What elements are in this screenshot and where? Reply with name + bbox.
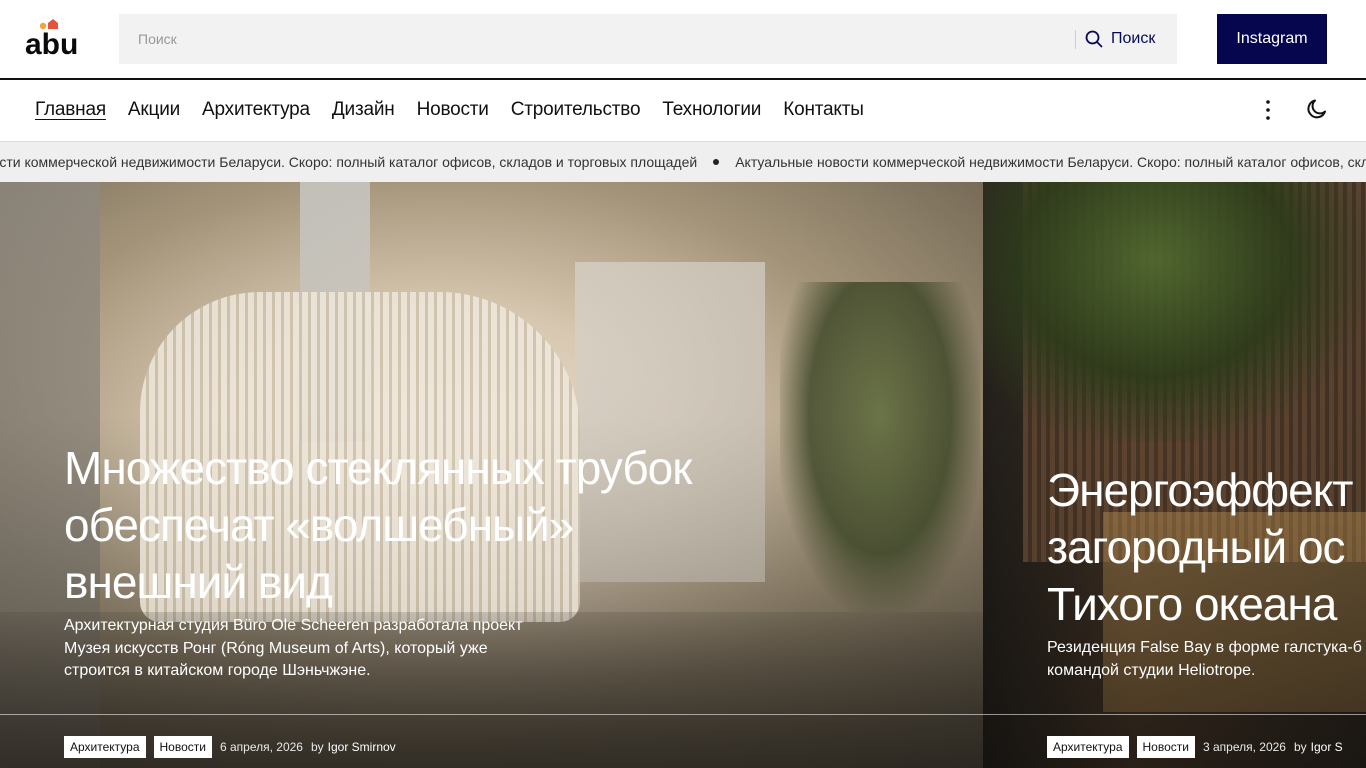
article-by: by [1293,740,1307,754]
search-icon [1085,30,1103,48]
nav-item-construction[interactable]: Строительство [511,99,641,121]
search-button-label: Поиск [1111,30,1156,47]
article-divider [0,714,983,715]
nav-item-home[interactable]: Главная [35,99,106,121]
nav-items: Главная Акции Архитектура Дизайн Новости… [35,80,864,140]
article-title-line: загородный ос [1047,521,1346,573]
featured-article-2[interactable]: Энергоэффект загородный ос Тихого океана… [983,182,1366,768]
article-excerpt: Архитектурная студия Büro Ole Scheeren р… [64,615,624,683]
article-excerpt-line: Резиденция False Bay в форме галстука-б [1047,639,1362,656]
ticker-text: Актуальные новости коммерческой недвижим… [0,154,698,170]
main-nav: Главная Акции Архитектура Дизайн Новости… [0,80,1366,142]
nav-item-promotions[interactable]: Акции [128,99,180,121]
article-title-line: Множество стеклянных трубок [64,442,692,494]
article-excerpt-line: Архитектурная студия Büro Ole Scheeren р… [64,617,523,634]
article-author[interactable]: Igor Smirnov [328,740,396,754]
article-author[interactable]: Igor S [1311,740,1343,754]
logo-mark: abu [25,19,78,61]
article-title-line: Тихого океана [1047,578,1337,630]
tag-architecture[interactable]: Архитектура [1047,736,1129,758]
top-header: abu Поиск Instagram [0,0,1366,80]
article-excerpt: Резиденция False Bay в форме галстука-б … [1047,637,1366,682]
article-title[interactable]: Множество стеклянных трубок обеспечат «в… [64,440,864,611]
article-meta: Архитектура Новости 6 апреля, 2026 by Ig… [64,736,396,758]
nav-item-architecture[interactable]: Архитектура [202,99,310,121]
search-bar: Поиск [119,14,1177,64]
nav-item-contacts[interactable]: Контакты [783,99,864,121]
nav-item-news[interactable]: Новости [417,99,489,121]
more-vertical-icon[interactable] [1258,99,1278,121]
article-divider [983,714,1366,715]
article-excerpt-line: строится в китайском городе Шэньчжэне. [64,662,371,679]
search-button[interactable]: Поиск [1085,14,1155,64]
nav-item-technology[interactable]: Технологии [662,99,761,121]
tag-news[interactable]: Новости [153,736,212,758]
article-title[interactable]: Энергоэффект загородный ос Тихого океана [1047,462,1366,633]
news-ticker: Актуальные новости коммерческой недвижим… [0,142,1366,182]
ticker-track: Актуальные новости коммерческой недвижим… [0,142,1366,182]
logo-text: abu [25,28,78,60]
article-by: by [310,740,324,754]
tag-news[interactable]: Новости [1136,736,1195,758]
search-input[interactable] [119,14,1069,64]
instagram-button-label: Instagram [1236,30,1308,47]
article-title-line: обеспечат «волшебный» [64,499,574,551]
site-logo[interactable]: abu [24,18,84,61]
article-title-line: Энергоэффект [1047,464,1353,516]
nav-item-design[interactable]: Дизайн [332,99,395,121]
article-title-line: внешний вид [64,556,333,608]
article-excerpt-line: командой студии Heliotrope. [1047,661,1256,679]
search-divider [1075,30,1076,49]
article-excerpt-line: Музея искусств Ронг (Róng Museum of Arts… [64,639,488,657]
article-date: 6 апреля, 2026 [219,740,303,754]
featured-article-1[interactable]: Множество стеклянных трубок обеспечат «в… [0,182,983,768]
tag-architecture[interactable]: Архитектура [64,736,146,758]
article-meta: Архитектура Новости 3 апреля, 2026 by Ig… [1047,736,1343,758]
ticker-separator [713,159,720,165]
article-date: 3 апреля, 2026 [1202,740,1286,754]
dark-mode-moon-icon[interactable] [1305,97,1329,121]
instagram-button[interactable]: Instagram [1217,14,1327,64]
ticker-text: Актуальные новости коммерческой недвижим… [735,154,1366,170]
